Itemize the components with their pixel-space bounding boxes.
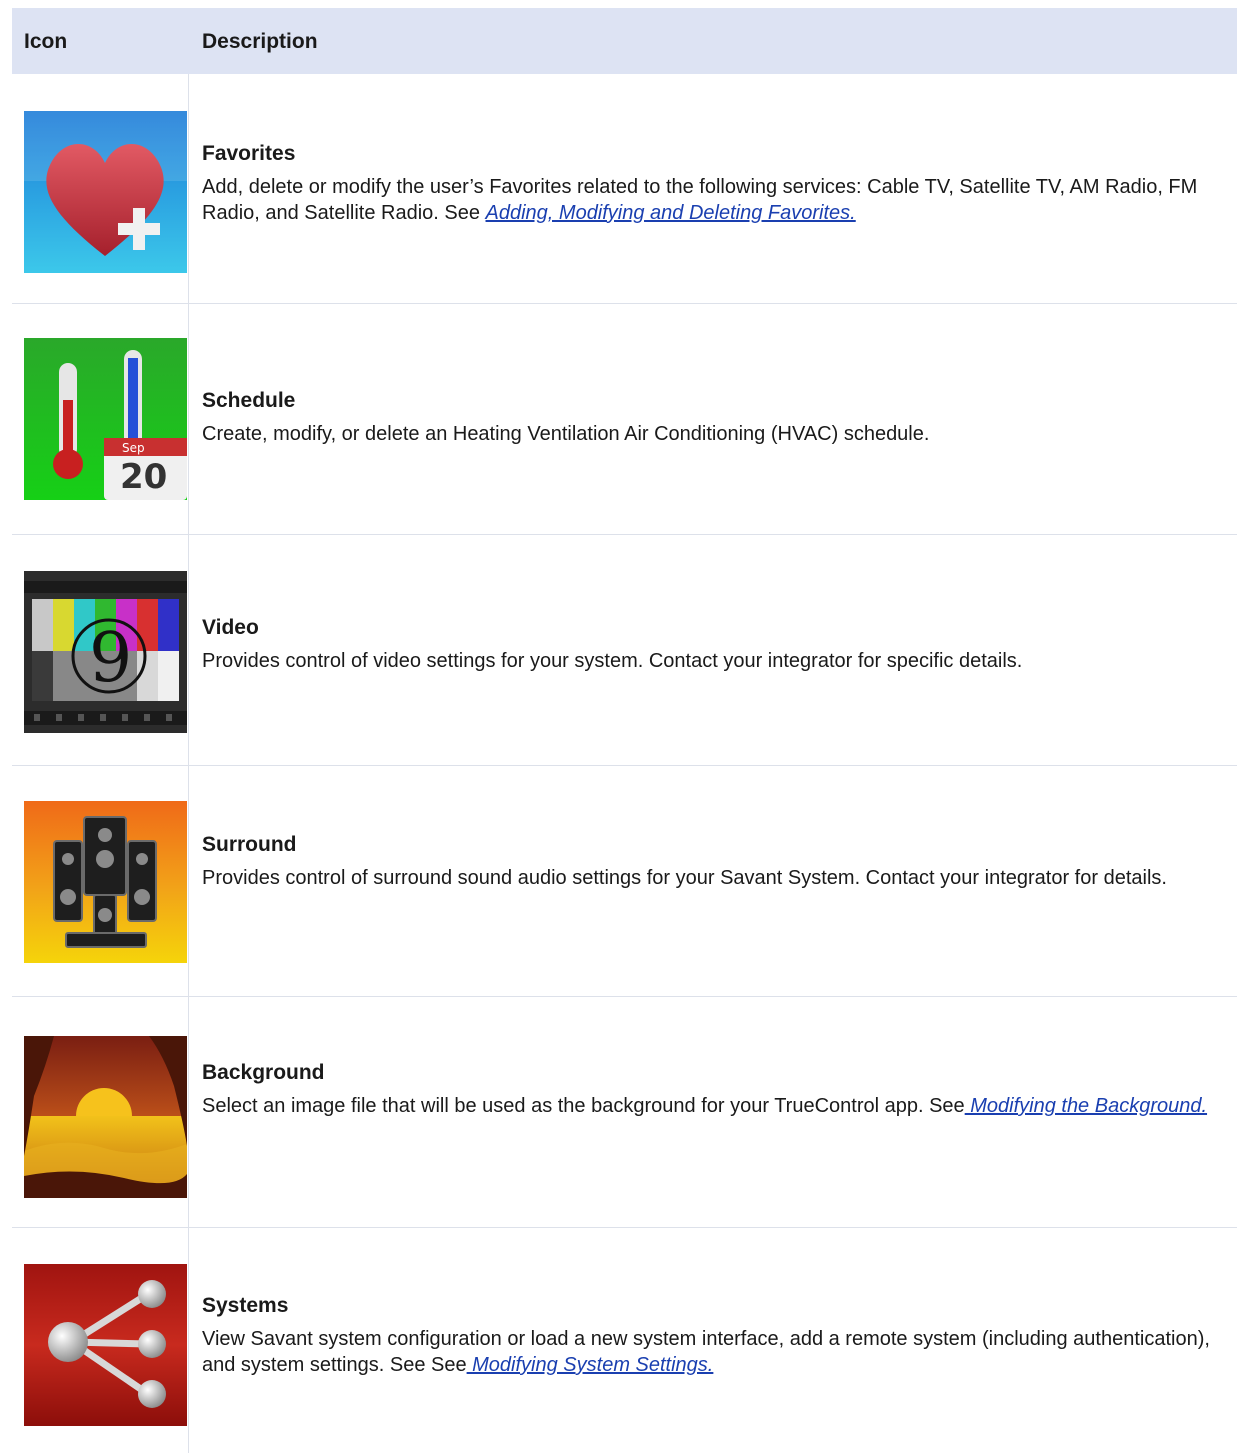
icon-description-table: Icon Description Favorites Add, delete o… — [12, 8, 1237, 1453]
description-column-header: Description — [202, 30, 318, 53]
item-text: Select an image file that will be used a… — [202, 1095, 1208, 1117]
icon-column-header: Icon — [24, 30, 68, 53]
item-text: Create, modify, or delete an Heating Ven… — [202, 423, 930, 445]
film-countdown-icon[interactable]: 9 — [24, 571, 187, 733]
table-row-schedule: Sep 20 Schedule Create, modify, or delet… — [12, 304, 1237, 535]
item-title: Video — [202, 616, 259, 639]
svg-text:20: 20 — [120, 457, 167, 497]
svg-text:Sep: Sep — [122, 441, 145, 455]
description-systems: Systems View Savant system configuration… — [202, 1293, 1233, 1378]
description-background: Background Select an image file that wil… — [202, 1060, 1233, 1119]
table-row-favorites: Favorites Add, delete or modify the user… — [12, 74, 1237, 304]
item-title: Schedule — [202, 389, 296, 412]
item-title: Favorites — [202, 142, 296, 165]
item-title: Systems — [202, 1294, 289, 1317]
table-row-systems: Systems View Savant system configuration… — [12, 1228, 1237, 1453]
share-network-icon[interactable] — [24, 1264, 187, 1426]
table-row-video: 9 Video Provides control of video settin… — [12, 535, 1237, 766]
item-text: Provides control of video settings for y… — [202, 650, 1023, 672]
table-row-background: Background Select an image file that wil… — [12, 997, 1237, 1228]
description-favorites: Favorites Add, delete or modify the user… — [202, 141, 1233, 226]
item-text: Provides control of surround sound audio… — [202, 867, 1167, 889]
heart-plus-icon[interactable] — [24, 111, 187, 273]
modifying-background-link[interactable]: Modifying the Background. — [965, 1095, 1207, 1117]
thermometer-calendar-icon[interactable]: Sep 20 — [24, 338, 187, 500]
description-schedule: Schedule Create, modify, or delete an He… — [202, 388, 1233, 447]
speakers-icon[interactable] — [24, 801, 187, 963]
item-title: Background — [202, 1061, 325, 1084]
svg-text:9: 9 — [89, 619, 132, 698]
item-text: Add, delete or modify the user’s Favorit… — [202, 176, 1198, 224]
description-video: Video Provides control of video settings… — [202, 615, 1233, 674]
item-title: Surround — [202, 833, 297, 856]
description-surround: Surround Provides control of surround so… — [202, 832, 1233, 891]
item-text: View Savant system configuration or load… — [202, 1328, 1210, 1376]
table-row-surround: Surround Provides control of surround so… — [12, 766, 1237, 997]
adding-favorites-link[interactable]: Adding, Modifying and Deleting Favorites… — [486, 202, 856, 224]
modifying-system-settings-link[interactable]: Modifying System Settings. — [467, 1354, 713, 1376]
sunset-icon[interactable] — [24, 1036, 187, 1198]
table-header: Icon Description — [12, 8, 1237, 74]
